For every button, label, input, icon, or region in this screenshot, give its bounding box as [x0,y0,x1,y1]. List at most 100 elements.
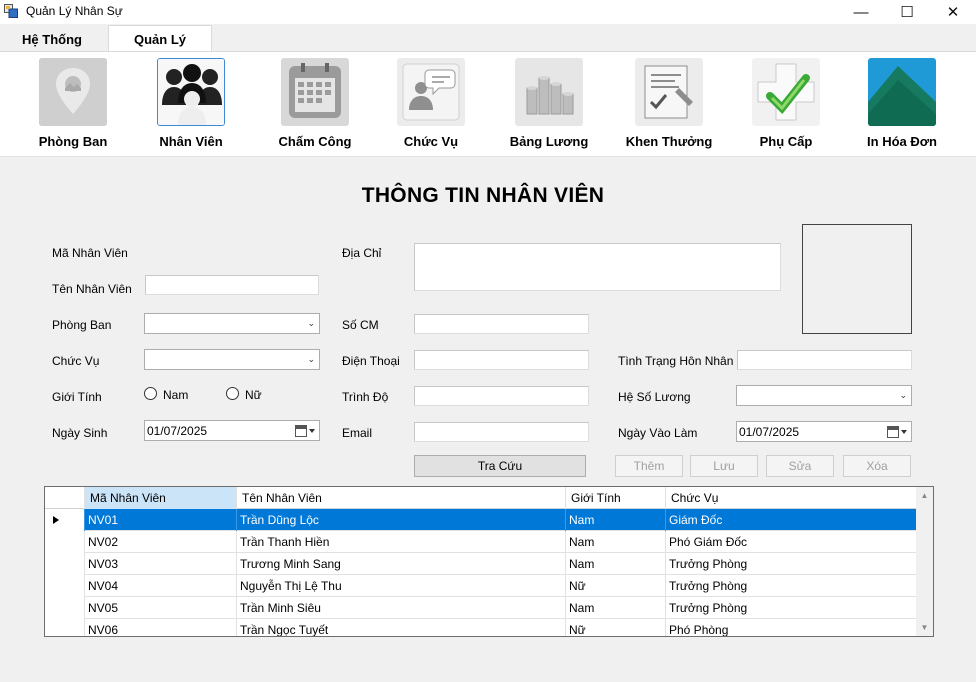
luu-button[interactable]: Lưu [690,455,758,477]
ribbon-phu-cap-button[interactable]: Phụ Cấp [731,56,841,152]
table-cell[interactable]: NV01 [85,509,237,531]
maximize-button[interactable]: ☐ [884,0,930,24]
employee-grid[interactable]: Mã Nhân Viên Tên Nhân Viên Giới Tính Chứ… [44,486,934,637]
table-cell[interactable]: Phó Phòng [666,619,917,636]
them-button[interactable]: Thêm [615,455,683,477]
tab-quan-ly[interactable]: Quản Lý [108,25,212,52]
table-cell[interactable]: Trần Ngọc Tuyết [237,619,566,636]
mountain-icon [868,58,936,126]
xoa-button[interactable]: Xóa [843,455,911,477]
table-row[interactable]: NV02 Trần Thanh Hiền Nam Phó Giám Đốc [45,531,917,553]
calendar-dropdown-icon[interactable] [887,425,907,439]
ribbon-cham-cong-button[interactable]: Chấm Công [260,56,370,152]
tab-he-thong[interactable]: Hệ Thống [2,27,102,51]
table-cell[interactable]: NV05 [85,597,237,619]
calendar-dropdown-icon[interactable] [295,424,315,438]
ribbon-label: Nhân Viên [159,134,223,149]
column-header-gioi-tinh[interactable]: Giới Tính [566,487,666,509]
table-cell[interactable]: NV04 [85,575,237,597]
email-input[interactable] [414,422,589,442]
tra-cuu-button[interactable]: Tra Cứu [414,455,586,477]
gioi-tinh-nu-radio[interactable] [226,387,239,400]
label-tinh-trang-hon-nhan: Tình Trạng Hôn Nhân [618,354,734,368]
table-cell[interactable]: Nam [566,531,666,553]
tinh-trang-hon-nhan-input[interactable] [737,350,912,370]
row-header[interactable] [45,553,85,575]
ribbon-label: Phụ Cấp [759,134,813,149]
table-cell[interactable]: Trần Dũng Lộc [237,509,566,531]
table-cell[interactable]: Trần Thanh Hiền [237,531,566,553]
he-so-luong-select[interactable]: ⌄ [736,385,912,406]
column-header-chuc-vu[interactable]: Chức Vụ [666,487,917,509]
ribbon-phong-ban-button[interactable]: Phòng Ban [18,56,128,152]
scroll-up-icon[interactable]: ▲ [916,487,933,504]
minimize-icon: — [853,3,869,21]
table-cell[interactable]: Nữ [566,619,666,636]
table-cell[interactable]: Giám Đốc [666,509,917,531]
ribbon-panel: Phòng Ban Nhân Viên Chấm Công Chức Vụ Bả… [0,51,976,157]
ribbon-nhan-vien-button[interactable]: Nhân Viên [136,56,246,152]
table-row[interactable]: NV03 Trương Minh Sang Nam Trưởng Phòng [45,553,917,575]
window-title: Quản Lý Nhân Sự [26,4,123,18]
row-header[interactable] [45,619,85,636]
phong-ban-select[interactable]: ⌄ [144,313,320,334]
table-row[interactable]: NV04 Nguyễn Thị Lệ Thu Nữ Trưởng Phòng [45,575,917,597]
table-cell[interactable]: Nam [566,509,666,531]
ribbon-chuc-vu-button[interactable]: Chức Vụ [376,56,486,152]
ten-nhan-vien-input[interactable] [145,275,319,295]
label-so-cm: Số CM [342,318,379,332]
scroll-down-icon[interactable]: ▼ [916,619,933,636]
gioi-tinh-nam-radio[interactable] [144,387,157,400]
vertical-scrollbar[interactable]: ▲ ▼ [916,487,933,636]
people-group-icon [157,58,225,126]
chuc-vu-select[interactable]: ⌄ [144,349,320,370]
table-cell[interactable]: NV02 [85,531,237,553]
label-ngay-vao-lam: Ngày Vào Làm [618,426,698,440]
location-pin-icon [39,58,107,126]
table-cell[interactable]: Nam [566,597,666,619]
table-cell[interactable]: Trưởng Phòng [666,597,917,619]
table-cell[interactable]: Trần Minh Siêu [237,597,566,619]
form-title: THÔNG TIN NHÂN VIÊN [361,184,605,207]
ribbon-bang-luong-button[interactable]: Bảng Lương [494,56,604,152]
table-cell[interactable]: Nguyễn Thị Lệ Thu [237,575,566,597]
table-cell[interactable]: Phó Giám Đốc [666,531,917,553]
table-cell[interactable]: NV03 [85,553,237,575]
so-cm-input[interactable] [414,314,589,334]
row-header[interactable] [45,575,85,597]
table-cell[interactable]: Nữ [566,575,666,597]
ngay-vao-lam-value: 01/07/2025 [739,425,800,439]
ngay-sinh-value: 01/07/2025 [147,424,208,438]
grid-corner [45,487,85,509]
row-header[interactable] [45,531,85,553]
ribbon-khen-thuong-button[interactable]: Khen Thưởng [614,56,724,152]
minimize-button[interactable]: — [838,0,884,24]
ngay-sinh-datepicker[interactable]: 01/07/2025 [144,420,320,441]
label-dia-chi: Địa Chỉ [342,246,382,260]
table-row[interactable]: NV01 Trần Dũng Lộc Nam Giám Đốc [45,509,917,531]
table-cell[interactable]: Trưởng Phòng [666,575,917,597]
row-header[interactable] [45,597,85,619]
table-cell[interactable]: Trưởng Phòng [666,553,917,575]
dien-thoai-input[interactable] [414,350,589,370]
dia-chi-input[interactable] [414,243,781,291]
table-cell[interactable]: Trương Minh Sang [237,553,566,575]
chevron-down-icon: ⌄ [899,390,907,400]
table-row[interactable]: NV06 Trần Ngọc Tuyết Nữ Phó Phòng [45,619,917,636]
table-cell[interactable]: NV06 [85,619,237,636]
table-row[interactable]: NV05 Trần Minh Siêu Nam Trưởng Phòng [45,597,917,619]
column-header-ten[interactable]: Tên Nhân Viên [237,487,566,509]
calendar-icon [281,58,349,126]
trinh-do-input[interactable] [414,386,589,406]
coins-stack-icon [515,58,583,126]
ribbon-in-hoa-don-button[interactable]: In Hóa Đơn [847,56,957,152]
row-header[interactable] [45,509,85,531]
label-dien-thoai: Điện Thoại [342,354,400,368]
table-cell[interactable]: Nam [566,553,666,575]
column-header-ma[interactable]: Mã Nhân Viên [85,487,237,509]
close-button[interactable]: ✕ [930,0,976,24]
sua-button[interactable]: Sửa [766,455,834,477]
ribbon-label: Chấm Công [278,134,352,149]
employee-photo[interactable] [802,224,912,334]
ngay-vao-lam-datepicker[interactable]: 01/07/2025 [736,421,912,442]
